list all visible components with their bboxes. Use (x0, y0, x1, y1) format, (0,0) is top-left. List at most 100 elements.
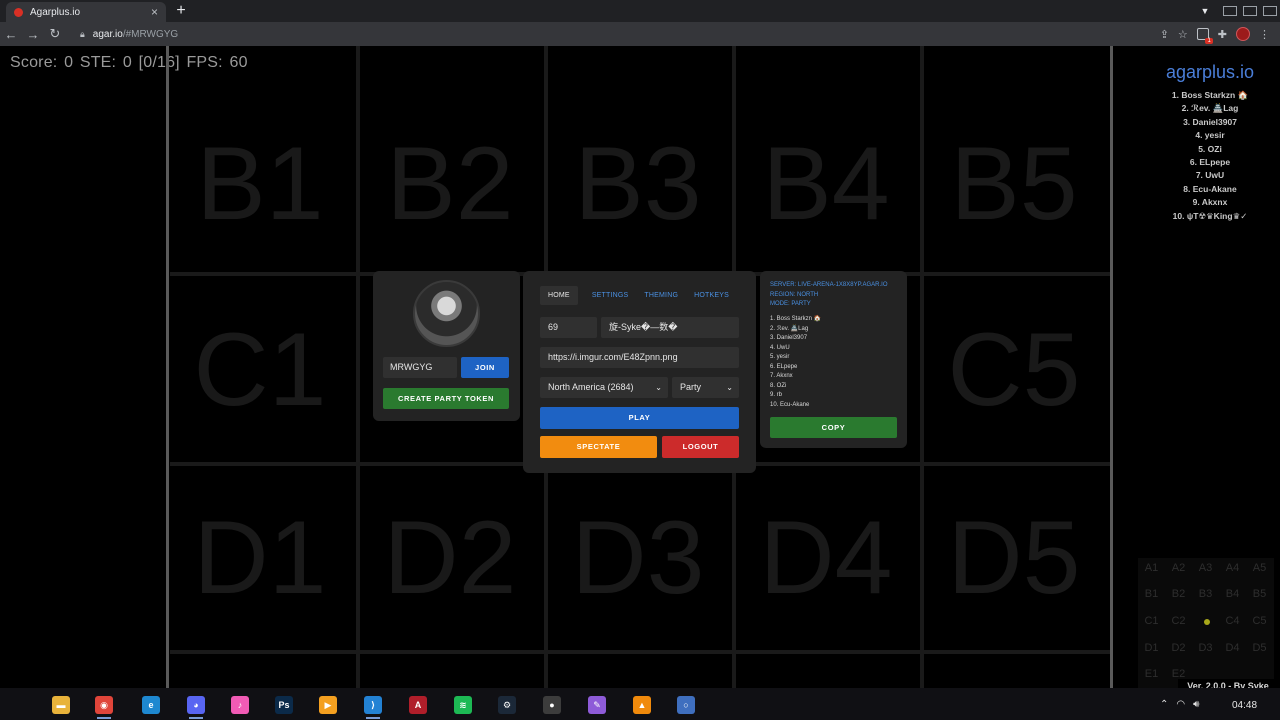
tray-chevron-icon[interactable]: ⌃ (1160, 699, 1168, 710)
chrome-icon[interactable]: ◉ (95, 696, 113, 714)
itunes-icon[interactable]: ♪ (231, 696, 249, 714)
maximize-button[interactable] (1243, 6, 1257, 16)
forward-button[interactable]: → (22, 27, 44, 42)
server-info-panel: SERVER: LIVE-ARENA-1X8X8YP.AGAR.IO REGIO… (760, 271, 907, 448)
tab-search-icon[interactable]: ▼ (1190, 6, 1220, 16)
puzzle-extensions-icon[interactable]: ✚ (1218, 28, 1227, 41)
feather-icon[interactable]: ✎ (588, 696, 606, 714)
tab-theming[interactable]: THEMING (644, 292, 678, 299)
minimap-cell: E1 (1144, 668, 1159, 680)
minimap-cell: A3 (1198, 562, 1213, 574)
play-button[interactable]: PLAY (540, 407, 739, 429)
sector-label: C1 (193, 312, 327, 428)
bookmark-star-icon[interactable]: ☆ (1178, 28, 1188, 41)
menu-kebab-icon[interactable]: ⋮ (1259, 28, 1270, 41)
apple-icon[interactable] (10, 696, 28, 714)
back-button[interactable]: ← (0, 27, 22, 42)
tab-home[interactable]: HOME (540, 285, 578, 305)
clock[interactable]: 04:48 (1232, 700, 1257, 711)
vlc-icon[interactable]: ▲ (633, 696, 651, 714)
minimap-cell: A1 (1144, 562, 1159, 574)
share-icon[interactable]: ⇪ (1160, 28, 1169, 41)
minimap-cell: C5 (1252, 615, 1267, 627)
copy-button[interactable]: COPY (770, 417, 897, 438)
list-item: 5. yesir (770, 354, 790, 360)
join-button[interactable]: JOIN (461, 357, 509, 378)
party-player-list: 1. Boss Starkzn 🏠 2. ℛev. 🏯Lag 3. Daniel… (770, 315, 821, 410)
file-explorer-icon[interactable]: ▬ (52, 696, 70, 714)
logout-button[interactable]: LOGOUT (662, 436, 739, 458)
list-item: 7. Akxnx (770, 373, 793, 379)
skin-url-input[interactable]: https://i.imgur.com/E48Zpnn.png (540, 347, 739, 368)
toolbar-actions: ⇪ ☆ 1 ✚ ⋮ (1160, 22, 1270, 46)
sector-label: D5 (947, 500, 1081, 616)
app-a-icon[interactable]: A (409, 696, 427, 714)
minimap-cell: B2 (1171, 588, 1186, 600)
create-party-token-button[interactable]: CREATE PARTY TOKEN (383, 388, 509, 409)
reload-button[interactable]: ↻ (44, 26, 66, 42)
leaderboard-entry: 7. UwU (1195, 170, 1225, 181)
minimize-button[interactable] (1223, 6, 1237, 16)
leaderboard-list: 1. Boss Starkzn 🏠 2. ℛev. 🏯Lag 3. Daniel… (1140, 89, 1280, 223)
party-panel: MRWGYG JOIN CREATE PARTY TOKEN (373, 271, 520, 421)
photoshop-icon[interactable]: Ps (275, 696, 293, 714)
sector-label: B4 (762, 126, 890, 242)
server-name: SERVER: LIVE-ARENA-1X8X8YP.AGAR.IO (770, 282, 888, 288)
minimap-cell: D2 (1171, 642, 1186, 654)
chevron-down-icon: ⌄ (655, 383, 662, 392)
party-code-input[interactable]: MRWGYG (383, 357, 457, 378)
score-hud: Score: 0 STE: 0 [0/16] FPS: 60 (10, 54, 248, 71)
minimap-cell: D4 (1225, 642, 1240, 654)
edge-icon[interactable]: e (142, 696, 160, 714)
minimap-cell: B1 (1144, 588, 1159, 600)
vscode-icon[interactable]: ⟩ (364, 696, 382, 714)
game-canvas[interactable]: Score: 0 STE: 0 [0/16] FPS: 60 B1 B2 B3 … (0, 46, 1280, 688)
leaderboard-entry: 6. ELpepe (1189, 157, 1231, 168)
steam-icon[interactable]: ⚙ (498, 696, 516, 714)
server-mode: MODE: PARTY (770, 301, 811, 307)
mode-select-value: Party (680, 382, 702, 392)
minimap-cell: C2 (1171, 615, 1186, 627)
extension-icon[interactable]: 1 (1196, 28, 1213, 44)
list-item: 8. OZi (770, 382, 787, 389)
server-region: REGION: NORTH (770, 291, 819, 298)
sector-label: D3 (571, 500, 705, 616)
sector-label: B1 (196, 126, 324, 242)
browser-tab[interactable]: Agarplus.io × (6, 2, 166, 22)
sector-label: D1 (193, 500, 327, 616)
spotify-icon[interactable]: ≋ (454, 696, 472, 714)
obs-icon[interactable]: ● (543, 696, 561, 714)
close-window-button[interactable] (1263, 6, 1277, 16)
main-menu-panel: HOME SETTINGS THEMING HOTKEYS 69 旋-Syke�… (523, 271, 756, 473)
media-player-icon[interactable]: ▶ (319, 696, 337, 714)
tag-input[interactable]: 69 (540, 317, 597, 338)
list-item: 2. ℛev. 🏯Lag (770, 325, 809, 332)
volume-icon[interactable]: 🔊︎ (1193, 699, 1199, 710)
system-tray: ⌃ ◠ 🔊︎ (1160, 688, 1280, 720)
screen: Agarplus.io × + ▼ ← → ↻ 🔒︎ agar.io /#MRW… (0, 0, 1280, 720)
address-bar[interactable]: 🔒︎ agar.io /#MRWGYG (72, 24, 1162, 44)
circle-app-icon[interactable]: ○ (677, 696, 695, 714)
profile-avatar[interactable] (1236, 27, 1250, 41)
new-tab-button[interactable]: + (172, 2, 190, 20)
sector-label: C5 (947, 312, 1081, 428)
sector-label: D4 (759, 500, 893, 616)
wifi-icon[interactable]: ◠ (1176, 699, 1185, 710)
leaderboard-entry: 1. Boss Starkzn 🏠 (1171, 90, 1249, 100)
tab-settings[interactable]: SETTINGS (592, 292, 629, 299)
url-path: /#MRWGYG (122, 28, 179, 40)
tab-close-icon[interactable]: × (151, 5, 158, 19)
leaderboard-entry: 8. Ecu-Akane (1183, 183, 1237, 194)
tab-hotkeys[interactable]: HOTKEYS (694, 292, 729, 299)
nickname-input[interactable]: 旋-Syke�—数� (601, 317, 739, 338)
discord-icon[interactable]: ◕ (187, 696, 205, 714)
region-select[interactable]: North America (2684) ⌄ (540, 377, 668, 398)
grid-line (170, 650, 1110, 654)
menu-tabs: HOME SETTINGS THEMING HOTKEYS (540, 285, 740, 305)
leaderboard-entry: 2. ℛev. 🏯Lag (1181, 103, 1239, 114)
mode-select[interactable]: Party ⌄ (672, 377, 739, 398)
sector-label: B2 (386, 126, 514, 242)
url-host: agar.io (92, 28, 123, 40)
player-avatar[interactable] (413, 280, 480, 347)
spectate-button[interactable]: SPECTATE (540, 436, 657, 458)
